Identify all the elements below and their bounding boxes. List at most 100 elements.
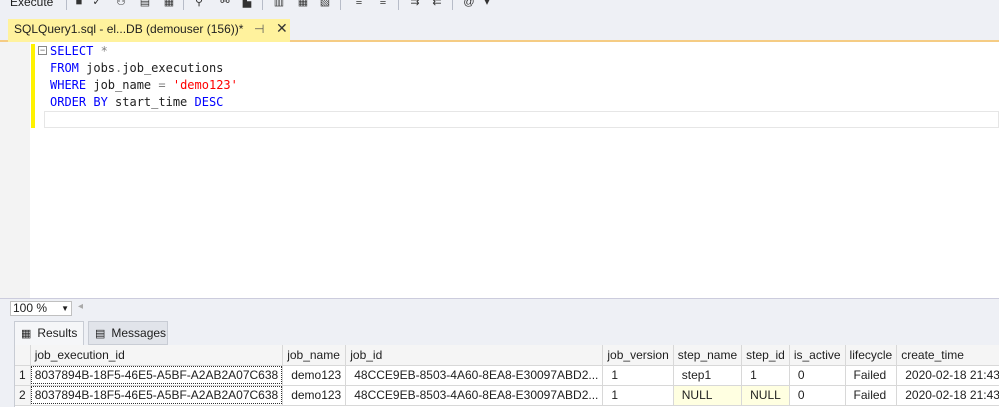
column-header[interactable]: step_name <box>673 345 743 366</box>
uncomment-lines-icon[interactable]: ⇇ <box>430 0 444 8</box>
results-text-icon[interactable]: ▥ <box>272 0 286 8</box>
grid-icon: ▦ <box>21 328 32 340</box>
grid-cell[interactable]: 8037894B-18F5-46E5-A5BF-A2AB2A07C638 <box>30 365 284 386</box>
chevron-down-icon[interactable]: ▼ <box>61 302 69 315</box>
column-header[interactable]: create_time <box>896 345 999 366</box>
change-tracking-bar <box>31 44 35 128</box>
code-token: FROM <box>50 61 79 75</box>
grid-cell[interactable]: NULL <box>673 385 743 406</box>
toolbar: Execute ■ ✓ ⚇ ▤ ▦ ⚲ ⚯ ▙ ▥ ▦ ▧ ≡ ≡ ⇉ ⇇ @ … <box>0 0 999 12</box>
document-tab[interactable]: SQLQuery1.sql - el...DB (demouser (156))… <box>8 19 290 42</box>
code-line[interactable]: ORDER BY start_time DESC <box>50 94 238 111</box>
collapse-icon[interactable]: − <box>38 46 47 55</box>
grid-cell[interactable]: 0 <box>789 365 846 386</box>
row-number[interactable]: 1 <box>15 365 31 386</box>
column-header[interactable]: job_version <box>602 345 674 366</box>
grid-cell[interactable]: 8037894B-18F5-46E5-A5BF-A2AB2A07C638 <box>30 385 284 406</box>
grid-cell[interactable]: 1 <box>741 365 790 386</box>
zoom-select[interactable]: 100 % ▼ <box>10 301 72 316</box>
scroll-left-icon[interactable]: ◂ <box>78 301 83 312</box>
column-header[interactable]: job_name <box>282 345 347 366</box>
grid-cell[interactable]: 2020-02-18 21:43 <box>896 385 999 406</box>
indent-right-icon[interactable]: ≡ <box>376 0 390 8</box>
code-line[interactable] <box>50 111 238 128</box>
comment-icon[interactable]: ⚲ <box>192 0 206 8</box>
outdent-icon[interactable]: ≡ <box>352 0 366 8</box>
tab-messages[interactable]: ▤ Messages <box>88 321 168 345</box>
messages-icon: ▤ <box>95 328 106 340</box>
editor-gutter <box>0 42 30 298</box>
grid-cell[interactable]: 2020-02-18 21:43 <box>896 365 999 386</box>
indent-icon[interactable]: ▙ <box>240 0 254 8</box>
toolbar-separator <box>66 0 67 10</box>
grid-cell[interactable]: Failed <box>845 365 898 386</box>
toolbar-separator <box>340 0 341 10</box>
comment-lines-icon[interactable]: ⇉ <box>408 0 422 8</box>
code-line[interactable]: FROM jobs.job_executions <box>50 60 238 77</box>
code-token: start_time <box>107 95 195 109</box>
table-row[interactable]: 2 8037894B-18F5-46E5-A5BF-A2AB2A07C638 dem… <box>15 385 999 406</box>
column-header[interactable]: is_active <box>789 345 846 366</box>
column-header[interactable]: lifecycle <box>845 345 898 366</box>
document-tab-title: SQLQuery1.sql - el...DB (demouser (156))… <box>14 22 244 36</box>
column-header[interactable]: job_execution_id <box>30 345 284 366</box>
toolbar-overflow-icon[interactable]: ▾ <box>480 0 494 8</box>
toolbar-separator <box>452 0 453 10</box>
code-token: jobs <box>78 61 116 75</box>
grid-cell[interactable]: 0 <box>789 385 846 406</box>
code-token: job_executions <box>122 61 224 75</box>
zoom-value: 100 % <box>13 301 48 315</box>
toolbar-separator <box>398 0 399 10</box>
specify-values-icon[interactable]: @ <box>462 0 476 8</box>
code-line[interactable]: WHERE job_name = 'demo123' <box>50 77 238 94</box>
row-number[interactable]: 2 <box>15 385 31 406</box>
zoom-bar: 100 % ▼ ◂ <box>0 298 999 317</box>
code-token: ORDER BY <box>50 95 108 109</box>
column-header[interactable]: step_id <box>741 345 790 366</box>
grid-corner[interactable] <box>15 345 31 366</box>
code-token: SELECT <box>50 44 94 58</box>
grid-cell[interactable]: step1 <box>673 365 743 386</box>
toolbar-separator <box>183 0 184 10</box>
grid-cell[interactable]: 48CCE9EB-8503-4A60-8EA8-E30097ABD2... <box>345 365 604 386</box>
code-line[interactable]: SELECT * <box>50 43 238 60</box>
grid-cell[interactable]: 48CCE9EB-8503-4A60-8EA8-E30097ABD2... <box>345 385 604 406</box>
tab-results[interactable]: ▦ Results <box>14 321 84 345</box>
results-grid-icon[interactable]: ▦ <box>296 0 310 8</box>
sql-code[interactable]: SELECT * FROM jobs.job_executions WHERE jo… <box>50 43 238 128</box>
tab-messages-label: Messages <box>111 326 167 340</box>
document-tab-strip: SQLQuery1.sql - el...DB (demouser (156))… <box>0 12 999 42</box>
display-plan-icon[interactable]: ⚇ <box>114 0 128 8</box>
result-tabs: ▦ Results ▤ Messages <box>0 317 999 345</box>
close-icon[interactable]: ✕ <box>276 20 288 37</box>
pin-icon[interactable]: ⊣ <box>254 22 264 36</box>
code-token: * <box>100 44 108 58</box>
code-token: job_name <box>86 78 159 92</box>
toolbar-separator <box>262 0 263 10</box>
grid-cell[interactable]: NULL <box>741 385 790 406</box>
results-table: job_execution_id job_name job_id job_versio… <box>15 345 999 406</box>
code-token: WHERE <box>50 78 87 92</box>
grid-cell[interactable]: demo123 <box>282 365 347 386</box>
grid-cell[interactable]: 1 <box>602 385 674 406</box>
stop-icon[interactable]: ■ <box>72 0 86 8</box>
grid-cell[interactable]: Failed <box>845 385 898 406</box>
query-options-icon[interactable]: ▤ <box>138 0 152 8</box>
grid-cell[interactable]: demo123 <box>282 385 347 406</box>
results-file-icon[interactable]: ▧ <box>318 0 332 8</box>
results-grid[interactable]: job_execution_id job_name job_id job_versio… <box>14 345 999 407</box>
code-token: DESC <box>194 95 224 109</box>
code-token: 'demo123' <box>172 78 238 92</box>
tab-results-label: Results <box>37 326 78 340</box>
uncomment-icon[interactable]: ⚯ <box>218 0 232 8</box>
code-token: = <box>158 78 166 92</box>
parse-check-icon[interactable]: ✓ <box>90 0 104 8</box>
query-editor[interactable]: − SELECT * FROM jobs.job_executions WHERE … <box>0 42 999 298</box>
results-to-grid-icon[interactable]: ▦ <box>162 0 176 8</box>
execute-button[interactable]: Execute <box>10 0 53 9</box>
grid-cell[interactable]: 1 <box>602 365 674 386</box>
table-row[interactable]: 1 8037894B-18F5-46E5-A5BF-A2AB2A07C638 dem… <box>15 365 999 386</box>
column-header[interactable]: job_id <box>345 345 604 366</box>
